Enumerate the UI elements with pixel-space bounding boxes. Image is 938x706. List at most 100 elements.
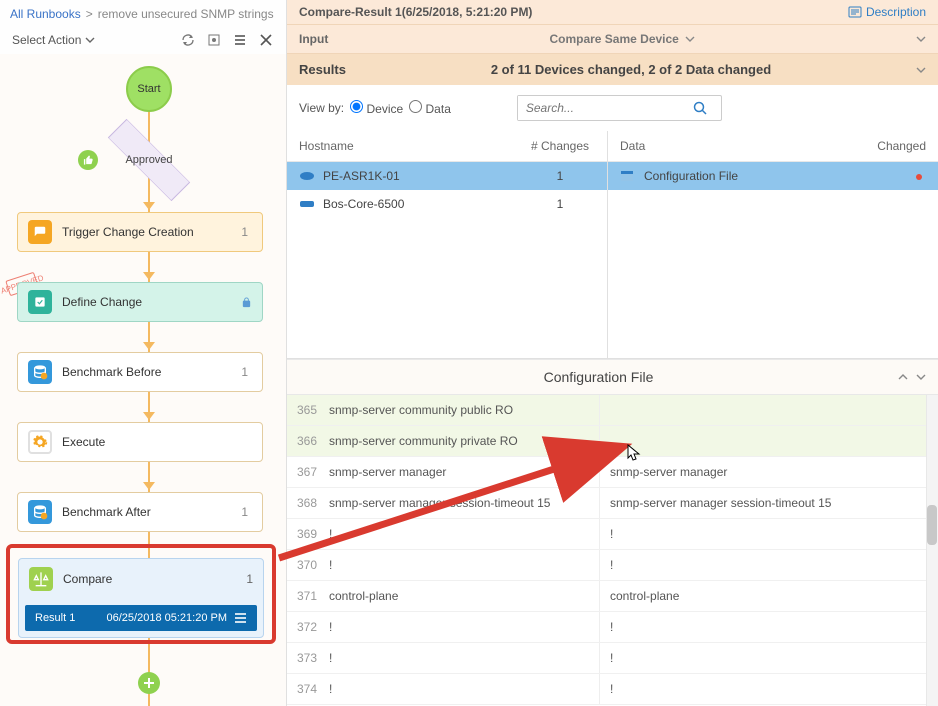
config-file-title: Configuration File — [299, 369, 898, 385]
line-number: 367 — [287, 457, 323, 487]
diff-left: ! — [323, 643, 599, 673]
step-trigger-change[interactable]: Trigger Change Creation 1 — [17, 212, 263, 252]
diff-row[interactable]: 373!! — [287, 643, 938, 674]
router-icon — [299, 170, 315, 182]
flow-start-node[interactable]: Start — [126, 66, 172, 112]
diff-left: control-plane — [323, 581, 599, 611]
scale-icon — [29, 567, 53, 591]
line-number: 371 — [287, 581, 323, 611]
breadcrumb-root[interactable]: All Runbooks — [10, 7, 81, 21]
diff-right: control-plane — [599, 581, 938, 611]
step-compare[interactable]: Compare 1 Result 1 06/25/2018 05:21:20 P… — [18, 558, 264, 638]
diff-row[interactable]: 369!! — [287, 519, 938, 550]
trigger-icon — [28, 220, 52, 244]
diff-left: snmp-server manager session-timeout 15 — [323, 488, 599, 518]
diff-row[interactable]: 365snmp-server community public RO — [287, 395, 938, 426]
step-benchmark-before[interactable]: Benchmark Before 1 — [17, 352, 263, 392]
flow-arrow-icon — [143, 272, 155, 280]
compare-result-row[interactable]: Result 1 06/25/2018 05:21:20 PM — [25, 605, 257, 631]
flow-arrow-icon — [143, 202, 155, 210]
description-link[interactable]: Description — [848, 5, 926, 19]
view-by-data-radio[interactable]: Data — [409, 100, 451, 116]
chevron-down-icon[interactable] — [916, 36, 926, 42]
view-by-label: View by: — [299, 101, 344, 115]
file-icon — [620, 170, 636, 182]
description-icon — [848, 6, 862, 18]
description-label: Description — [866, 5, 926, 19]
search-box[interactable] — [517, 95, 722, 121]
chevron-down-icon[interactable] — [685, 36, 695, 42]
col-changes-header[interactable]: # Changes — [525, 139, 595, 153]
diff-row[interactable]: 371control-planecontrol-plane — [287, 581, 938, 612]
hamburger-icon[interactable] — [235, 613, 247, 623]
lock-icon — [241, 296, 252, 309]
host-name: Bos-Core-6500 — [323, 197, 525, 211]
panel-title: Compare-Result 1(6/25/2018, 5:21:20 PM) — [299, 5, 532, 19]
diff-left: ! — [323, 612, 599, 642]
diff-row[interactable]: 366snmp-server community private RO — [287, 426, 938, 457]
host-changes: 1 — [525, 169, 595, 183]
step-label: Define Change — [62, 295, 231, 309]
diff-left: ! — [323, 674, 599, 704]
search-input[interactable] — [518, 96, 693, 120]
col-hostname-header[interactable]: Hostname — [299, 139, 525, 153]
step-label: Compare — [63, 572, 236, 586]
flow-approved-node[interactable]: Approved — [104, 136, 194, 184]
flow-arrow-icon — [143, 342, 155, 350]
diff-left: snmp-server manager — [323, 457, 599, 487]
diff-right: ! — [599, 643, 938, 673]
diff-row[interactable]: 370!! — [287, 550, 938, 581]
step-count: 1 — [241, 365, 248, 379]
data-row[interactable]: Configuration File — [608, 162, 938, 190]
host-name: PE-ASR1K-01 — [323, 169, 525, 183]
diff-left: ! — [323, 519, 599, 549]
line-number: 370 — [287, 550, 323, 580]
chevron-down-icon[interactable] — [916, 374, 926, 380]
select-action-dropdown[interactable]: Select Action — [12, 33, 95, 47]
approved-label: Approved — [104, 136, 194, 184]
list-icon[interactable] — [232, 32, 248, 48]
diff-right — [599, 395, 938, 425]
step-count: 1 — [246, 572, 253, 586]
diff-left: snmp-server community private RO — [323, 426, 599, 456]
step-count: 1 — [241, 505, 248, 519]
diff-viewer[interactable]: 365snmp-server community public RO366snm… — [287, 395, 938, 706]
changed-indicator — [856, 169, 926, 183]
close-icon[interactable] — [258, 32, 274, 48]
search-icon[interactable] — [693, 101, 721, 115]
results-label: Results — [299, 62, 346, 77]
diff-row[interactable]: 372!! — [287, 612, 938, 643]
diff-right: snmp-server manager — [599, 457, 938, 487]
scrollbar[interactable] — [926, 395, 938, 706]
col-data-header[interactable]: Data — [620, 139, 856, 153]
database-icon — [28, 360, 52, 384]
host-row[interactable]: Bos-Core-6500 1 — [287, 190, 607, 218]
flow-arrow-icon — [143, 412, 155, 420]
step-benchmark-after[interactable]: Benchmark After 1 — [17, 492, 263, 532]
host-row[interactable]: PE-ASR1K-01 1 — [287, 162, 607, 190]
diff-right: ! — [599, 612, 938, 642]
highlight-annotation: Compare 1 Result 1 06/25/2018 05:21:20 P… — [6, 544, 276, 644]
diff-row[interactable]: 368snmp-server manager session-timeout 1… — [287, 488, 938, 519]
step-execute[interactable]: Execute — [17, 422, 263, 462]
step-define-change[interactable]: Define Change — [17, 282, 263, 322]
col-changed-header[interactable]: Changed — [856, 139, 926, 153]
host-changes: 1 — [525, 197, 595, 211]
view-by-device-radio[interactable]: Device — [350, 100, 403, 116]
result-name: Result 1 — [35, 612, 75, 624]
focus-icon[interactable] — [206, 32, 222, 48]
input-section-label: Input — [299, 32, 328, 46]
data-name: Configuration File — [644, 169, 856, 183]
breadcrumb-sep: > — [86, 7, 93, 21]
result-timestamp: 06/25/2018 05:21:20 PM — [83, 612, 227, 624]
add-step-button[interactable] — [138, 672, 160, 694]
chevron-down-icon[interactable] — [916, 67, 926, 73]
refresh-icon[interactable] — [180, 32, 196, 48]
compare-mode-label: Compare Same Device — [549, 32, 678, 46]
diff-row[interactable]: 367snmp-server managersnmp-server manage… — [287, 457, 938, 488]
diff-row[interactable]: 374!! — [287, 674, 938, 705]
line-number: 372 — [287, 612, 323, 642]
step-label: Benchmark Before — [62, 365, 231, 379]
chevron-up-icon[interactable] — [898, 374, 908, 380]
step-label: Trigger Change Creation — [62, 225, 231, 239]
